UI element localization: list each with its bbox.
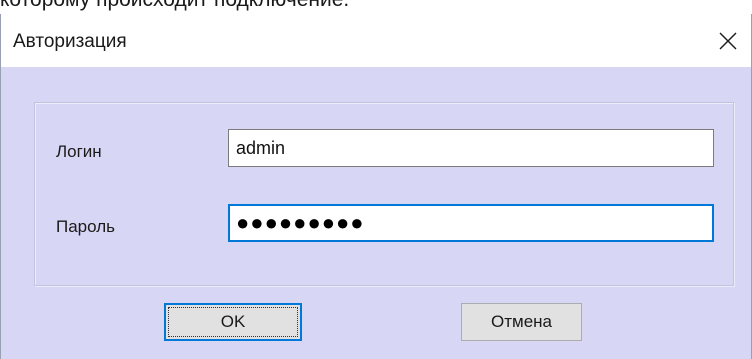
password-label: Пароль — [56, 217, 115, 236]
login-field[interactable]: admin — [228, 129, 714, 167]
cancel-button[interactable]: Отмена — [461, 303, 582, 341]
close-button[interactable] — [705, 22, 751, 60]
cancel-button-label: Отмена — [491, 312, 552, 331]
document-text-fragment: которому происходит подключение. — [0, 0, 752, 14]
dialog-titlebar: Авторизация — [1, 14, 751, 67]
close-icon — [719, 32, 737, 50]
dialog-title: Авторизация — [13, 31, 127, 52]
dialog-client-area: Логин admin Пароль ●●●●●●●●● OK Отмена — [1, 67, 751, 359]
focus-rectangle — [168, 307, 298, 337]
login-label: Логин — [56, 142, 102, 161]
password-field[interactable]: ●●●●●●●●● — [228, 204, 714, 242]
authorization-dialog: Авторизация Логин admin Пароль ●●●●●●●●●… — [0, 14, 752, 359]
ok-button[interactable]: OK — [164, 303, 302, 341]
